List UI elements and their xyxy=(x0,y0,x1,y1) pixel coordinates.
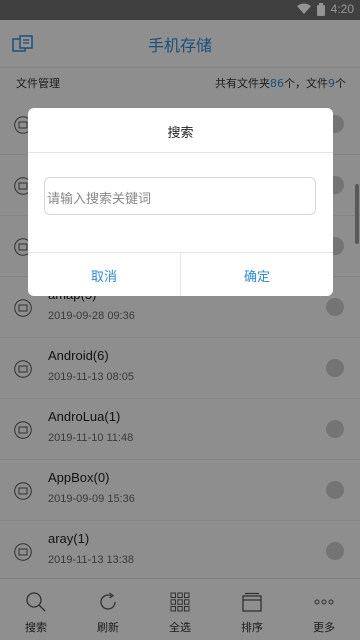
cancel-button[interactable]: 取消 xyxy=(28,253,180,296)
search-input[interactable]: 请输入搜索关键词 xyxy=(44,177,316,215)
confirm-button[interactable]: 确定 xyxy=(181,253,333,296)
dialog-title: 搜索 xyxy=(167,126,194,141)
search-dialog: 搜索 请输入搜索关键词 取消 确定 xyxy=(28,108,333,296)
dialog-divider xyxy=(28,152,333,153)
modal-overlay[interactable] xyxy=(0,0,360,640)
dialog-buttons: 取消 确定 xyxy=(28,253,333,296)
